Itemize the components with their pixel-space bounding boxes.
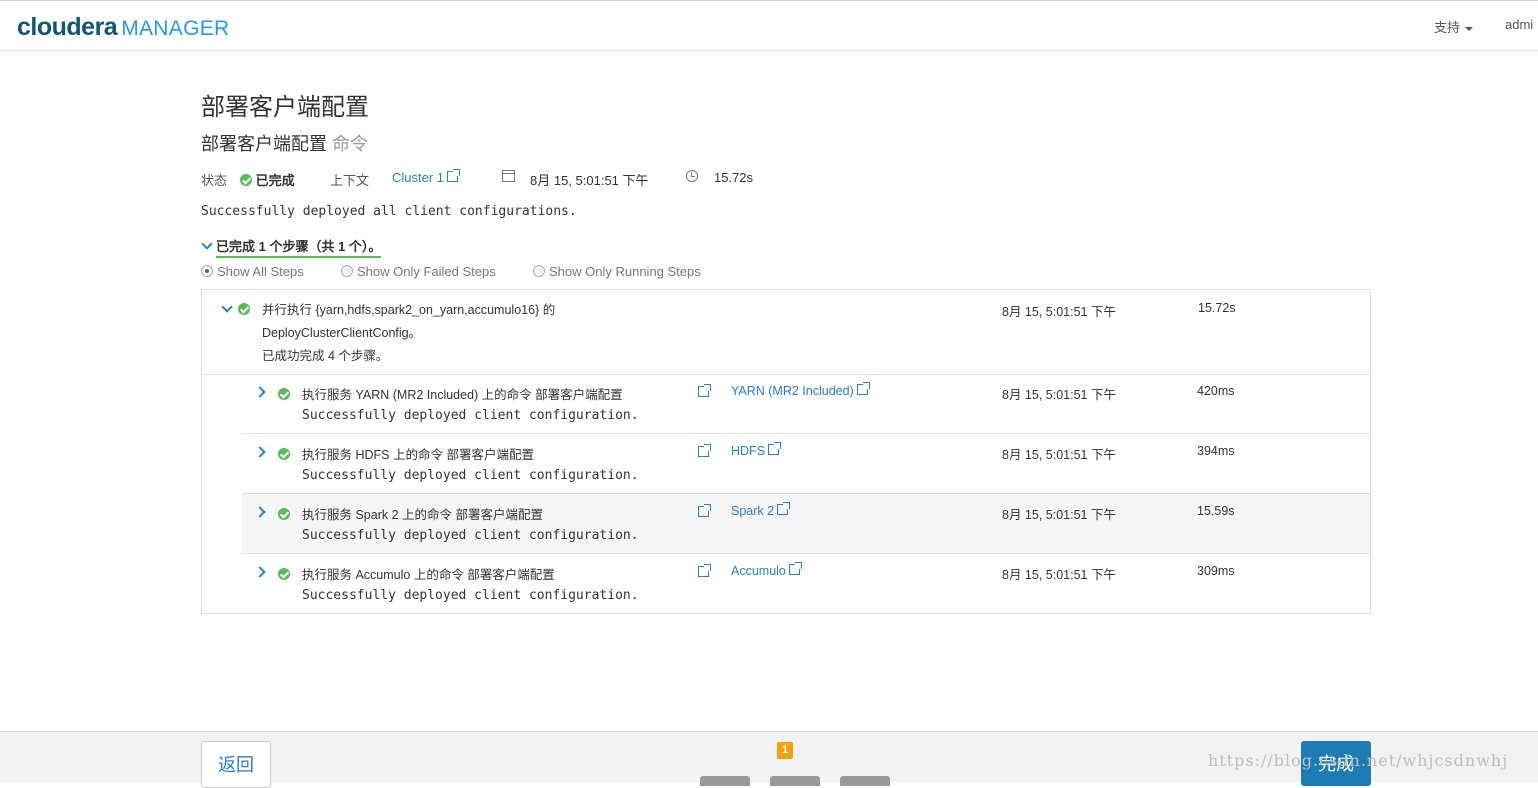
support-menu[interactable]: 支持	[1434, 17, 1474, 36]
child-step-row: 执行服务 HDFS 上的命令 部署客户端配置 Successfully depl…	[242, 434, 1370, 494]
step-output: Successfully deployed client configurati…	[302, 408, 639, 423]
wizard-page-tab[interactable]	[700, 776, 750, 786]
clock-icon	[686, 170, 698, 182]
wizard-page-tab[interactable]	[770, 776, 820, 786]
success-check-icon	[238, 303, 250, 315]
step-command: 执行服务 YARN (MR2 Included) 上的命令 部署客户端配置	[302, 388, 623, 402]
cloudera-manager-logo[interactable]: cloudera MANAGER	[17, 13, 229, 43]
service-link[interactable]: YARN (MR2 Included)	[731, 384, 854, 398]
step-command: 执行服务 HDFS 上的命令 部署客户端配置	[302, 448, 534, 462]
logo-product: MANAGER	[121, 17, 230, 40]
watermark: https://blog.csdn.net/whjcsdnwhj	[1208, 751, 1509, 770]
chevron-right-icon[interactable]	[254, 386, 266, 398]
success-check-icon	[278, 508, 290, 520]
support-label: 支持	[1434, 20, 1461, 35]
parent-step-duration: 15.72s	[1198, 301, 1236, 315]
external-link-icon[interactable]	[777, 502, 791, 515]
radio-checked-icon[interactable]	[201, 265, 213, 277]
chevron-right-icon[interactable]	[254, 506, 266, 518]
service-link-group[interactable]: Spark 2	[731, 502, 791, 518]
service-link-group[interactable]: YARN (MR2 Included)	[731, 382, 870, 398]
service-link[interactable]: Accumulo	[731, 564, 786, 578]
external-link-icon[interactable]	[698, 564, 711, 577]
service-link-group[interactable]: HDFS	[731, 442, 782, 458]
user-menu[interactable]: admi	[1505, 17, 1533, 32]
service-link-group[interactable]: Accumulo	[731, 562, 802, 578]
chevron-down-icon[interactable]	[201, 238, 213, 250]
status-value-group: 已完成	[240, 170, 295, 189]
external-link-icon[interactable]	[856, 382, 870, 395]
step-duration: 15.59s	[1197, 504, 1235, 518]
subtitle-main: 部署客户端配置	[201, 134, 327, 154]
filter-failed-steps[interactable]: Show Only Failed Steps	[341, 264, 496, 279]
success-check-icon	[240, 174, 252, 186]
external-link-icon[interactable]	[447, 169, 461, 182]
success-check-icon	[278, 448, 290, 460]
chevron-right-icon[interactable]	[254, 566, 266, 578]
filter-label: Show All Steps	[217, 264, 304, 279]
steps-summary-toggle[interactable]: 已完成 1 个步骤（共 1 个）。	[201, 236, 382, 258]
page-number-badge: 1	[777, 742, 793, 759]
status-value: 已完成	[255, 173, 295, 188]
status-label: 状态	[201, 173, 228, 188]
start-time: 8月 15, 5:01:51 下午	[530, 173, 649, 188]
step-duration: 309ms	[1197, 564, 1235, 578]
filter-label: Show Only Failed Steps	[357, 264, 496, 279]
filter-all-steps[interactable]: Show All Steps	[201, 264, 304, 279]
chevron-right-icon[interactable]	[254, 446, 266, 458]
chevron-down-icon[interactable]	[221, 301, 233, 313]
service-link[interactable]: HDFS	[731, 444, 765, 458]
success-check-icon	[278, 568, 290, 580]
external-link-icon[interactable]	[698, 384, 711, 397]
success-check-icon	[278, 388, 290, 400]
parent-step-line1: 并行执行 {yarn,hdfs,spark2_on_yarn,accumulo1…	[262, 303, 556, 317]
context-link-group[interactable]: Cluster 1	[392, 169, 461, 185]
radio-unchecked-icon[interactable]	[341, 265, 353, 277]
step-output: Successfully deployed client configurati…	[302, 588, 639, 603]
service-link[interactable]: Spark 2	[731, 504, 774, 518]
duration: 15.72s	[714, 170, 754, 185]
child-step-row: 执行服务 Spark 2 上的命令 部署客户端配置 Successfully d…	[242, 494, 1370, 554]
page-subtitle: 部署客户端配置 命令	[201, 130, 368, 156]
step-time: 8月 15, 5:01:51 下午	[1002, 568, 1116, 582]
filter-running-steps[interactable]: Show Only Running Steps	[533, 264, 701, 279]
logo-brand: cloudera	[17, 13, 118, 41]
context-label: 上下文	[330, 173, 370, 188]
page-title: 部署客户端配置	[201, 94, 369, 121]
steps-summary-label: 已完成 1 个步骤（共 1 个）。	[216, 239, 382, 258]
step-time: 8月 15, 5:01:51 下午	[1002, 448, 1116, 462]
step-output: Successfully deployed client configurati…	[302, 528, 639, 543]
steps-table: 并行执行 {yarn,hdfs,spark2_on_yarn,accumulo1…	[201, 289, 1371, 614]
parent-step-description: 并行执行 {yarn,hdfs,spark2_on_yarn,accumulo1…	[262, 299, 555, 368]
external-link-icon[interactable]	[788, 562, 802, 575]
top-navbar: cloudera MANAGER 支持 admi	[0, 0, 1538, 51]
parent-step-line3: 已成功完成 4 个步骤。	[262, 349, 389, 363]
radio-unchecked-icon[interactable]	[533, 265, 545, 277]
parent-step-line2: DeployClusterClientConfig。	[262, 326, 422, 340]
step-command: 执行服务 Spark 2 上的命令 部署客户端配置	[302, 508, 543, 522]
calendar-icon	[502, 170, 515, 182]
step-duration: 394ms	[1197, 444, 1235, 458]
caret-down-icon	[1465, 26, 1474, 31]
external-link-icon[interactable]	[768, 442, 782, 455]
cluster-link[interactable]: Cluster 1	[392, 170, 444, 185]
subtitle-muted: 命令	[332, 134, 369, 154]
child-step-row: 执行服务 YARN (MR2 Included) 上的命令 部署客户端配置 Su…	[242, 374, 1370, 434]
step-command: 执行服务 Accumulo 上的命令 部署客户端配置	[302, 568, 555, 582]
external-link-icon[interactable]	[698, 504, 711, 517]
parent-step-time: 8月 15, 5:01:51 下午	[1002, 305, 1116, 319]
child-step-row: 执行服务 Accumulo 上的命令 部署客户端配置 Successfully …	[242, 554, 1370, 613]
step-time: 8月 15, 5:01:51 下午	[1002, 508, 1116, 522]
external-link-icon[interactable]	[698, 444, 711, 457]
step-time: 8月 15, 5:01:51 下午	[1002, 388, 1116, 402]
wizard-page-tab[interactable]	[840, 776, 890, 786]
step-duration: 420ms	[1197, 384, 1235, 398]
step-output: Successfully deployed client configurati…	[302, 468, 639, 483]
parent-step-row: 并行执行 {yarn,hdfs,spark2_on_yarn,accumulo1…	[202, 290, 1370, 375]
filter-label: Show Only Running Steps	[549, 264, 701, 279]
result-message: Successfully deployed all client configu…	[201, 204, 577, 219]
